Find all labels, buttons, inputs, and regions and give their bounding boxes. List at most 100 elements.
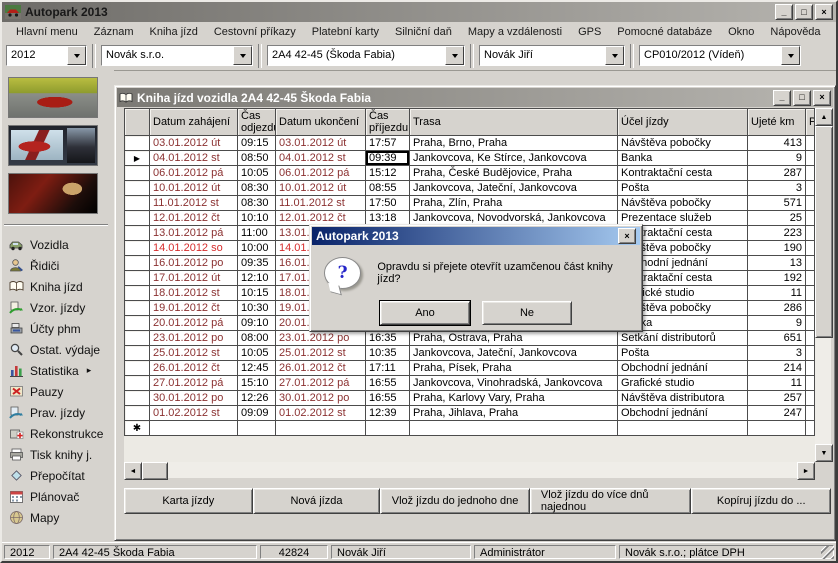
- company-combobox[interactable]: Novák s.r.o.: [101, 45, 253, 66]
- cell-ujete-km[interactable]: 214: [748, 361, 806, 376]
- vertical-scrollbar[interactable]: ▲ ▼: [815, 108, 831, 462]
- sidebar-item-ostat-vydaje[interactable]: Ostat. výdaje: [2, 339, 114, 360]
- cell-datum-ukonceni[interactable]: 06.01.2012 pá: [276, 166, 366, 181]
- cell-datum-zahajeni[interactable]: 27.01.2012 pá: [150, 376, 238, 391]
- cell-cas-odjezdu[interactable]: 08:00: [238, 331, 276, 346]
- cell-cas-prijezdu[interactable]: 15:12: [366, 166, 410, 181]
- col-datum-ukonceni[interactable]: Datum ukončení: [276, 109, 366, 136]
- cell-partial[interactable]: [806, 181, 815, 196]
- cell-trasa[interactable]: Praha, Brno, Praha: [410, 136, 618, 151]
- row-selector[interactable]: [125, 361, 150, 376]
- cell-cas-prijezdu[interactable]: 09:39: [366, 151, 410, 166]
- cell-datum-zahajeni[interactable]: 06.01.2012 pá: [150, 166, 238, 181]
- cell-datum-ukonceni[interactable]: 25.01.2012 st: [276, 346, 366, 361]
- sidebar-item-planovac[interactable]: Plánovač: [2, 486, 114, 507]
- menu-napoveda[interactable]: Nápověda: [762, 24, 828, 40]
- close-icon[interactable]: ×: [815, 4, 833, 20]
- cell-trasa[interactable]: Praha, České Budějovice, Praha: [410, 166, 618, 181]
- cell-ucel-jizdy[interactable]: Obchodní jednání: [618, 361, 748, 376]
- cell-ujete-km[interactable]: 9: [748, 316, 806, 331]
- cell-cas-odjezdu[interactable]: 10:00: [238, 241, 276, 256]
- cell-cas-odjezdu[interactable]: 10:30: [238, 301, 276, 316]
- row-selector[interactable]: [125, 271, 150, 286]
- cell-cas-odjezdu[interactable]: 09:15: [238, 136, 276, 151]
- cell-partial[interactable]: [806, 151, 815, 166]
- cell-cas-odjezdu[interactable]: [238, 421, 276, 436]
- cell-cas-prijezdu[interactable]: 16:35: [366, 331, 410, 346]
- cell-ucel-jizdy[interactable]: Pošta: [618, 346, 748, 361]
- close-icon[interactable]: ×: [813, 90, 831, 106]
- menu-cestovni-prikazy[interactable]: Cestovní příkazy: [206, 24, 304, 40]
- menu-zaznam[interactable]: Záznam: [86, 24, 142, 40]
- cell-ujete-km[interactable]: 11: [748, 376, 806, 391]
- cell-datum-zahajeni[interactable]: 17.01.2012 út: [150, 271, 238, 286]
- scroll-left-icon[interactable]: ◄: [124, 462, 142, 480]
- cell-trasa[interactable]: Praha, Ostrava, Praha: [410, 331, 618, 346]
- minimize-icon[interactable]: _: [775, 4, 793, 20]
- cell-ucel-jizdy[interactable]: Kontraktační cesta: [618, 166, 748, 181]
- cell-ucel-jizdy[interactable]: Návštěva pobočky: [618, 136, 748, 151]
- cell-partial[interactable]: [806, 166, 815, 181]
- cell-datum-ukonceni[interactable]: 23.01.2012 po: [276, 331, 366, 346]
- sidebar-item-prepocitat[interactable]: Přepočítat: [2, 465, 114, 486]
- cell-cas-odjezdu[interactable]: 08:50: [238, 151, 276, 166]
- cell-ucel-jizdy[interactable]: Návštěva pobočky: [618, 196, 748, 211]
- cell-ujete-km[interactable]: 9: [748, 151, 806, 166]
- cell-ucel-jizdy[interactable]: Setkání distributorů: [618, 331, 748, 346]
- cell-datum-zahajeni[interactable]: 03.01.2012 út: [150, 136, 238, 151]
- cell-partial[interactable]: [806, 211, 815, 226]
- cell-partial[interactable]: [806, 391, 815, 406]
- cell-cas-odjezdu[interactable]: 12:10: [238, 271, 276, 286]
- row-selector[interactable]: [125, 376, 150, 391]
- sidebar-item-kniha-jizd[interactable]: Kniha jízd: [2, 276, 114, 297]
- minimize-icon[interactable]: _: [773, 90, 791, 106]
- row-selector[interactable]: [125, 211, 150, 226]
- sidebar-item-ucty-phm[interactable]: Účty phm: [2, 318, 114, 339]
- cell-cas-prijezdu[interactable]: [366, 421, 410, 436]
- horizontal-scrollbar[interactable]: ◄ ►: [124, 462, 815, 478]
- sidebar-item-ridici[interactable]: Řidiči: [2, 255, 114, 276]
- cell-datum-ukonceni[interactable]: 10.01.2012 út: [276, 181, 366, 196]
- row-selector[interactable]: [125, 226, 150, 241]
- cell-datum-zahajeni[interactable]: 01.02.2012 st: [150, 406, 238, 421]
- cell-cas-odjezdu[interactable]: 09:10: [238, 316, 276, 331]
- sidebar-item-vzor-jizdy[interactable]: Vzor. jízdy: [2, 297, 114, 318]
- scroll-right-icon[interactable]: ►: [797, 462, 815, 480]
- cell-cas-odjezdu[interactable]: 08:30: [238, 181, 276, 196]
- cell-cas-odjezdu[interactable]: 15:10: [238, 376, 276, 391]
- cell-datum-ukonceni[interactable]: 04.01.2012 st: [276, 151, 366, 166]
- cell-datum-ukonceni[interactable]: [276, 421, 366, 436]
- cell-cas-odjezdu[interactable]: 12:45: [238, 361, 276, 376]
- cell-cas-odjezdu[interactable]: 12:26: [238, 391, 276, 406]
- cell-datum-zahajeni[interactable]: 30.01.2012 po: [150, 391, 238, 406]
- cell-partial[interactable]: [806, 316, 815, 331]
- cell-datum-zahajeni[interactable]: 10.01.2012 út: [150, 181, 238, 196]
- cell-partial[interactable]: [806, 331, 815, 346]
- row-selector[interactable]: [125, 181, 150, 196]
- row-selector[interactable]: [125, 166, 150, 181]
- cell-partial[interactable]: [806, 196, 815, 211]
- cell-cas-odjezdu[interactable]: 10:05: [238, 166, 276, 181]
- col-ucel-jizdy[interactable]: Účel jízdy: [618, 109, 748, 136]
- year-combobox[interactable]: 2012: [6, 45, 87, 66]
- cell-cas-prijezdu[interactable]: 16:55: [366, 391, 410, 406]
- cell-ujete-km[interactable]: 11: [748, 286, 806, 301]
- col-partial[interactable]: P: [806, 109, 815, 136]
- chevron-down-icon[interactable]: [233, 46, 252, 65]
- ano-button[interactable]: Ano: [380, 301, 470, 325]
- cell-datum-ukonceni[interactable]: 30.01.2012 po: [276, 391, 366, 406]
- cell-partial[interactable]: [806, 136, 815, 151]
- cell-partial[interactable]: [806, 286, 815, 301]
- cell-cas-prijezdu[interactable]: 08:55: [366, 181, 410, 196]
- vehicle-combobox[interactable]: 2A4 42-45 (Škoda Fabia): [267, 45, 465, 66]
- menu-kniha-jizd[interactable]: Kniha jízd: [142, 24, 206, 40]
- vertical-scroll-thumb[interactable]: [815, 126, 833, 338]
- cell-trasa[interactable]: Jankovcova, Jateční, Jankovcova: [410, 346, 618, 361]
- karta-jizdy-button[interactable]: Karta jízdy: [124, 488, 253, 514]
- cell-ujete-km[interactable]: 286: [748, 301, 806, 316]
- cell-datum-zahajeni[interactable]: [150, 421, 238, 436]
- cell-datum-zahajeni[interactable]: 20.01.2012 pá: [150, 316, 238, 331]
- cell-trasa[interactable]: Jankovcova, Ke Stírce, Jankovcova: [410, 151, 618, 166]
- cell-trasa[interactable]: [410, 421, 618, 436]
- menu-mapy-a-vzdalenosti[interactable]: Mapy a vzdálenosti: [460, 24, 570, 40]
